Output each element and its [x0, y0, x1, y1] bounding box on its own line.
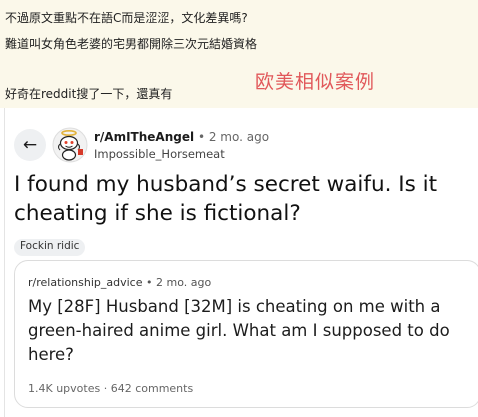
crosspost-time: 2 mo. ago — [156, 276, 212, 289]
subreddit-link[interactable]: r/AmITheAngel — [94, 130, 194, 144]
back-button[interactable]: ← — [14, 129, 46, 161]
crosspost-subreddit[interactable]: r/relationship_advice — [28, 276, 143, 289]
post-flair: Fockin ridic — [14, 239, 86, 256]
post-title: I found my husband’s secret waifu. Is it… — [14, 172, 438, 226]
meta-separator: • — [146, 276, 153, 289]
forum-text-line-3: 好奇在reddit搜了一下，還真有 — [5, 87, 173, 101]
divider — [4, 108, 5, 417]
crosspost-title[interactable]: My [28F] Husband [32M] is cheating on me… — [28, 295, 468, 367]
crosspost-card[interactable]: r/relationship_advice • 2 mo. ago My [28… — [14, 260, 478, 408]
comment-count[interactable]: 642 comments — [111, 382, 193, 395]
forum-text-line-2: 難道叫女角色老婆的宅男都開除三次元結婚資格 — [5, 37, 258, 51]
snoo-angel-avatar-icon — [52, 127, 88, 163]
crosspost-meta: r/relationship_advice • 2 mo. ago — [28, 276, 211, 289]
subreddit-avatar[interactable] — [52, 127, 88, 163]
post-time: 2 mo. ago — [208, 130, 270, 144]
author-username[interactable]: Impossible_Horsemeat — [94, 147, 225, 161]
post-meta: r/AmITheAngel • 2 mo. ago — [94, 130, 269, 144]
forum-quote-area: 不過原文重點不在語C而是涩涩，文化差異嗎? 難道叫女角色老婆的宅男都開除三次元結… — [0, 0, 478, 108]
stat-separator: · — [103, 382, 108, 395]
reddit-post-screenshot: ← r/AmITheAngel • 2 mo. ago Impossible_H… — [0, 108, 478, 417]
upvote-count: 1.4K upvotes — [28, 382, 101, 395]
forum-text-line-1: 不過原文重點不在語C而是涩涩，文化差異嗎? — [5, 11, 248, 25]
arrow-left-icon: ← — [22, 135, 38, 155]
meta-separator: • — [197, 130, 206, 144]
overlay-caption: 欧美相似案例 — [255, 71, 376, 93]
crosspost-stats: 1.4K upvotes · 642 comments — [28, 382, 193, 395]
